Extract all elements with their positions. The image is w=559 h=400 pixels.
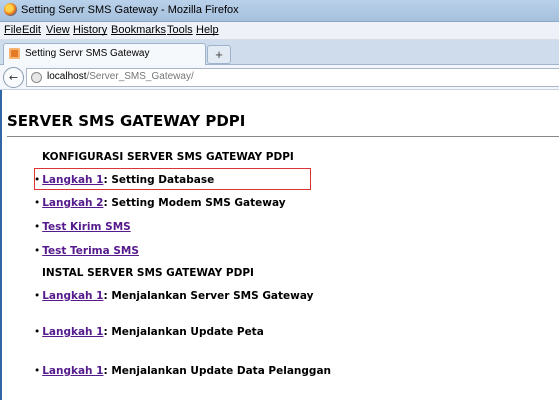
link-langkah-1-peta[interactable]: Langkah 1: [42, 326, 103, 338]
firefox-logo-icon: [4, 3, 17, 16]
tab-favicon-icon: [9, 48, 20, 59]
menu-bookmarks[interactable]: Bookmarks: [111, 24, 166, 36]
back-button[interactable]: ←: [3, 67, 24, 88]
url-path: /Server_SMS_Gateway/: [86, 71, 194, 82]
list-item: • Langkah 1: Menjalankan Update Data Pela…: [34, 365, 331, 377]
item-text: : Menjalankan Update Data Pelanggan: [103, 365, 331, 377]
link-test-kirim-sms[interactable]: Test Kirim SMS: [42, 221, 131, 233]
page-left-border: [0, 90, 2, 400]
link-langkah-2-modem[interactable]: Langkah 2: [42, 197, 103, 209]
bullet: •: [34, 174, 41, 186]
menu-bar: File Edit View History Bookmarks Tools H…: [0, 22, 559, 40]
bullet: •: [34, 326, 41, 338]
list-item: • Test Terima SMS: [34, 245, 139, 257]
menu-history[interactable]: History: [73, 24, 107, 36]
list-item: • Langkah 1: Setting Database: [34, 174, 214, 186]
window-title: Setting Servr SMS Gateway - Mozilla Fire…: [21, 4, 239, 16]
title-divider: [7, 136, 559, 137]
menu-help[interactable]: Help: [196, 24, 219, 36]
tab-label: Setting Servr SMS Gateway: [25, 48, 150, 59]
section-heading-konfigurasi: KONFIGURASI SERVER SMS GATEWAY PDPI: [42, 151, 294, 163]
new-tab-button[interactable]: +: [207, 45, 231, 64]
window-title-bar: Setting Servr SMS Gateway - Mozilla Fire…: [0, 0, 559, 22]
page-content: SERVER SMS GATEWAY PDPI KONFIGURASI SERV…: [0, 90, 559, 400]
tab-strip: Setting Servr SMS Gateway +: [0, 40, 559, 65]
bullet: •: [34, 221, 41, 233]
link-langkah-1-pelanggan[interactable]: Langkah 1: [42, 365, 103, 377]
section-heading-instal: INSTAL SERVER SMS GATEWAY PDPI: [42, 267, 254, 279]
bullet: •: [34, 365, 41, 377]
link-test-terima-sms[interactable]: Test Terima SMS: [42, 245, 139, 257]
menu-edit[interactable]: Edit: [22, 24, 41, 36]
globe-icon: [31, 72, 42, 83]
tab-current[interactable]: Setting Servr SMS Gateway: [3, 43, 206, 65]
item-text: : Menjalankan Update Peta: [103, 326, 264, 338]
list-item: • Langkah 1: Menjalankan Server SMS Gatew…: [34, 290, 313, 302]
link-langkah-1-database[interactable]: Langkah 1: [42, 174, 103, 186]
item-text: : Menjalankan Server SMS Gateway: [103, 290, 314, 302]
item-text: : Setting Database: [103, 174, 215, 186]
url-host: localhost: [47, 71, 87, 82]
item-text: : Setting Modem SMS Gateway: [103, 197, 286, 209]
bullet: •: [34, 290, 41, 302]
link-langkah-1-server[interactable]: Langkah 1: [42, 290, 103, 302]
address-url[interactable]: localhost/Server_SMS_Gateway/: [47, 71, 194, 82]
page-title: SERVER SMS GATEWAY PDPI: [7, 112, 246, 130]
bullet: •: [34, 245, 41, 257]
menu-file[interactable]: File: [4, 24, 22, 36]
list-item: • Langkah 1: Menjalankan Update Peta: [34, 326, 264, 338]
bullet: •: [34, 197, 41, 209]
menu-tools[interactable]: Tools: [167, 24, 193, 36]
address-bar[interactable]: localhost/Server_SMS_Gateway/: [26, 68, 559, 87]
list-item: • Test Kirim SMS: [34, 221, 131, 233]
menu-view[interactable]: View: [46, 24, 70, 36]
navigation-bar: ← localhost/Server_SMS_Gateway/: [0, 65, 559, 90]
list-item: • Langkah 2: Setting Modem SMS Gateway: [34, 197, 286, 209]
